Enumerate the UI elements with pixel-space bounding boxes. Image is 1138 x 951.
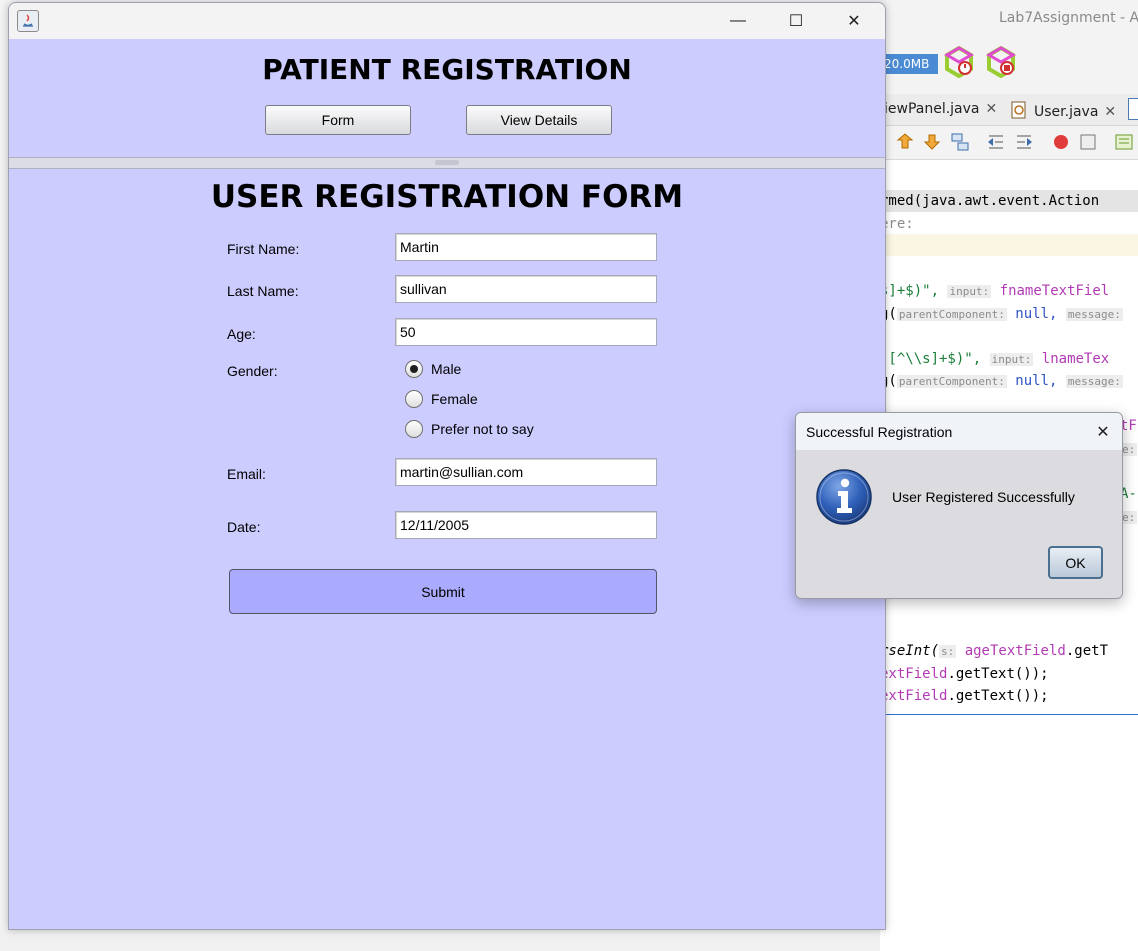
last-name-label: Last Name: xyxy=(227,283,299,299)
patient-registration-window: — ☐ ✕ PATIENT REGISTRATION Form View Det… xyxy=(8,2,886,930)
ide-tab-label: User.java xyxy=(1034,104,1099,120)
memory-indicator[interactable]: 20.0MB xyxy=(880,54,938,74)
view-details-button[interactable]: View Details xyxy=(466,105,612,135)
code-line: rmed(java.awt.event.Action xyxy=(880,190,1138,212)
gender-label: Gender: xyxy=(227,363,278,379)
app-title: PATIENT REGISTRATION xyxy=(262,53,632,86)
close-icon[interactable]: ✕ xyxy=(1104,104,1116,120)
submit-button[interactable]: Submit xyxy=(229,569,657,614)
stop-macro-icon[interactable] xyxy=(1078,132,1098,152)
radio-label: Female xyxy=(431,391,478,407)
success-dialog: Successful Registration ✕ User Registere… xyxy=(795,412,1123,599)
gender-radio-male[interactable]: Male xyxy=(405,358,461,380)
first-name-field[interactable]: Martin xyxy=(395,233,657,261)
comment-icon[interactable] xyxy=(1114,132,1134,152)
code-line: ([^\\s]+$)", input: lnameTex xyxy=(880,351,1110,367)
java-app-icon[interactable] xyxy=(17,10,39,32)
ide-status-strip xyxy=(0,930,880,951)
maximize-button[interactable]: ☐ xyxy=(767,3,825,39)
ide-title: Lab7Assignment - Ap xyxy=(999,10,1138,26)
radio-label: Prefer not to say xyxy=(431,421,534,437)
window-close-button[interactable]: ✕ xyxy=(825,3,883,39)
ide-output-panel xyxy=(880,715,1138,951)
age-label: Age: xyxy=(227,326,256,342)
split-pane-divider[interactable] xyxy=(9,157,885,169)
date-label: Date: xyxy=(227,519,261,535)
email-field[interactable]: martin@sullian.com xyxy=(395,458,657,486)
code-line: rseInt(s: ageTextField.getT xyxy=(880,643,1109,659)
form-button[interactable]: Form xyxy=(265,105,411,135)
arrow-up-icon[interactable] xyxy=(895,132,915,152)
divider-grip[interactable] xyxy=(435,160,459,165)
header-panel: PATIENT REGISTRATION Form View Details xyxy=(9,39,885,157)
dialog-message: User Registered Successfully xyxy=(892,489,1075,505)
radio-button[interactable] xyxy=(405,420,423,438)
radio-button[interactable] xyxy=(405,360,423,378)
close-icon[interactable]: ✕ xyxy=(986,101,998,117)
ide-tab-overflow[interactable] xyxy=(1128,98,1138,120)
dialog-title: Successful Registration xyxy=(806,424,953,440)
dialog-close-button[interactable]: ✕ xyxy=(1090,419,1116,445)
code-line: s]+$)", input: fnameTextFiel xyxy=(880,283,1110,299)
info-icon xyxy=(816,469,872,525)
ide-tab-viewpanel[interactable]: iewPanel.java ✕ xyxy=(884,101,997,117)
gender-radio-prefer-not-to-say[interactable]: Prefer not to say xyxy=(405,418,534,440)
shift-left-icon[interactable] xyxy=(986,132,1006,152)
gender-radio-female[interactable]: Female xyxy=(405,388,478,410)
code-line: extField.getText()); xyxy=(880,688,1049,704)
registration-form: USER REGISTRATION FORM First Name: Marti… xyxy=(9,169,885,929)
last-name-field[interactable]: sullivan xyxy=(395,275,657,303)
record-macro-icon[interactable] xyxy=(1051,132,1071,152)
radio-button[interactable] xyxy=(405,390,423,408)
code-line-current xyxy=(880,234,1138,256)
date-field[interactable]: 12/11/2005 xyxy=(395,511,657,539)
form-title: USER REGISTRATION FORM xyxy=(210,179,684,215)
shift-right-icon[interactable] xyxy=(1014,132,1034,152)
ide-tab-user[interactable]: User.java ✕ xyxy=(1010,101,1116,120)
window-titlebar: — ☐ ✕ xyxy=(9,3,885,39)
radio-label: Male xyxy=(431,361,462,377)
toggle-bookmark-icon[interactable] xyxy=(950,132,970,152)
code-line: g(parentComponent: null, message: xyxy=(880,306,1123,322)
email-label: Email: xyxy=(227,466,266,482)
minimize-button[interactable]: — xyxy=(709,3,767,39)
java-file-icon xyxy=(1011,101,1026,119)
ide-left-strip xyxy=(0,0,8,951)
ide-tab-label: iewPanel.java xyxy=(884,101,980,117)
arrow-down-icon[interactable] xyxy=(922,132,942,152)
dialog-titlebar: Successful Registration ✕ xyxy=(796,413,1122,450)
ide-toolbar-editor xyxy=(880,126,1138,160)
age-field[interactable]: 50 xyxy=(395,318,657,346)
first-name-label: First Name: xyxy=(227,241,300,257)
profile-icon[interactable] xyxy=(944,46,974,78)
profile-stop-icon[interactable] xyxy=(986,46,1016,78)
code-line: extField.getText()); xyxy=(880,666,1049,682)
code-line: g(parentComponent: null, message: xyxy=(880,373,1123,389)
ok-button[interactable]: OK xyxy=(1048,546,1103,579)
